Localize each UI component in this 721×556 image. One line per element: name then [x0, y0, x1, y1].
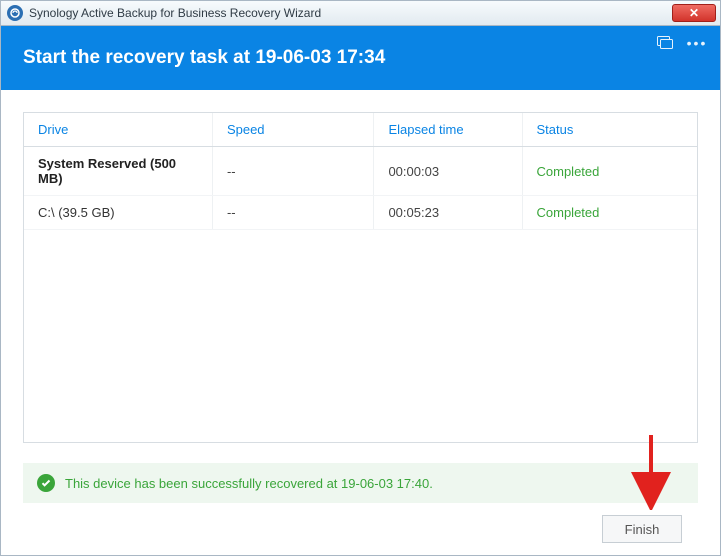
cell-status: Completed: [522, 147, 697, 196]
cell-drive: System Reserved (500 MB): [24, 147, 212, 196]
success-check-icon: [37, 474, 55, 492]
wizard-footer: Finish: [23, 503, 698, 555]
table-row[interactable]: System Reserved (500 MB)--00:00:03Comple…: [24, 147, 697, 196]
status-message: This device has been successfully recove…: [65, 476, 433, 491]
finish-button[interactable]: Finish: [602, 515, 682, 543]
monitor-icon[interactable]: [656, 36, 674, 50]
cell-elapsed: 00:05:23: [374, 196, 522, 230]
col-header-status[interactable]: Status: [522, 113, 697, 147]
finish-button-label: Finish: [625, 522, 660, 537]
recovery-table: Drive Speed Elapsed time Status System R…: [23, 112, 698, 443]
cell-elapsed: 00:00:03: [374, 147, 522, 196]
status-banner: This device has been successfully recove…: [23, 463, 698, 503]
cell-drive: C:\ (39.5 GB): [24, 196, 212, 230]
wizard-header: Start the recovery task at 19-06-03 17:3…: [1, 26, 720, 90]
cell-status: Completed: [522, 196, 697, 230]
more-options-icon[interactable]: •••: [688, 36, 706, 50]
titlebar: Synology Active Backup for Business Reco…: [0, 0, 721, 26]
close-icon: ✕: [689, 6, 699, 20]
col-header-elapsed[interactable]: Elapsed time: [374, 113, 522, 147]
cell-speed: --: [212, 196, 374, 230]
page-title: Start the recovery task at 19-06-03 17:3…: [23, 47, 385, 69]
window-title: Synology Active Backup for Business Reco…: [29, 6, 672, 20]
app-icon: [7, 5, 23, 21]
col-header-drive[interactable]: Drive: [24, 113, 212, 147]
cell-speed: --: [212, 147, 374, 196]
close-button[interactable]: ✕: [672, 4, 716, 22]
col-header-speed[interactable]: Speed: [212, 113, 374, 147]
table-row[interactable]: C:\ (39.5 GB)--00:05:23Completed: [24, 196, 697, 230]
